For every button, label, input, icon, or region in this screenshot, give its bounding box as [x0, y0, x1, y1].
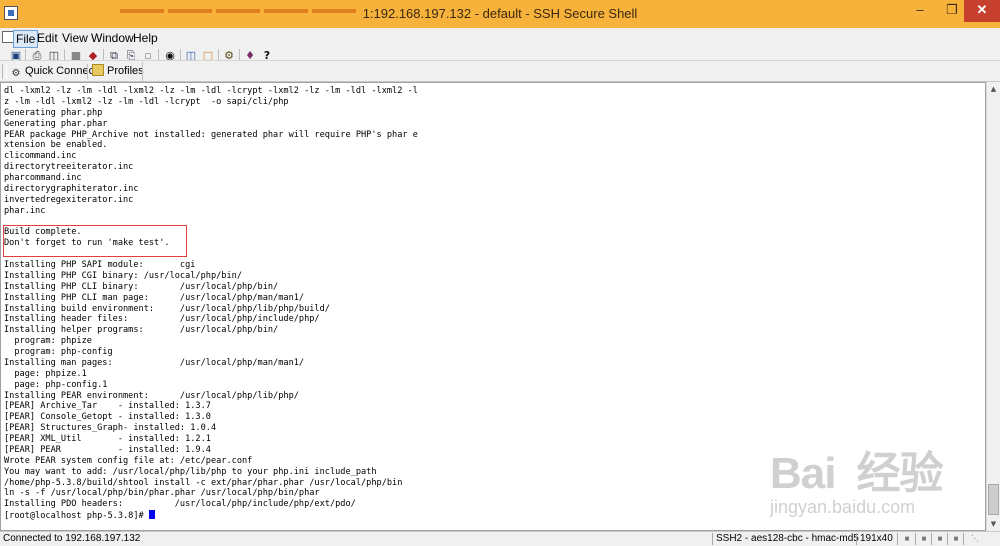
terminal-cursor: [148, 510, 155, 520]
terminal-line: Installing PHP SAPI module: cgi: [4, 260, 196, 270]
terminal-line: directorygraphiterator.inc: [4, 183, 139, 194]
status-bar: Connected to 192.168.197.132 SSH2 - aes1…: [0, 531, 1000, 546]
menu-bar: File Edit View Window Help: [0, 28, 1000, 48]
terminal-line: program: php-config: [4, 347, 113, 357]
title-bar: 1:192.168.197.132 - default - SSH Secure…: [0, 0, 1000, 28]
cipher-info: SSH2 - aes128-cbc - hmac-md5: [716, 533, 859, 544]
terminal-line: Installing helper programs: /usr/local/p…: [4, 325, 279, 336]
scroll-thumb[interactable]: [988, 484, 999, 515]
connection-status: Connected to 192.168.197.132: [3, 533, 141, 544]
terminal-prompt: [root@localhost php-5.3.8]#: [4, 511, 149, 522]
terminal-line: Installing PHP CGI binary: /usr/local/ph…: [4, 270, 242, 281]
quick-connect-icon: ⚙: [11, 68, 21, 79]
profiles-button[interactable]: Profiles: [92, 63, 144, 79]
profiles-label: Profiles: [107, 65, 144, 77]
terminal-output: dl -lxml2 -lz -lm -ldl -lxml2 -lz -lm -l…: [4, 86, 418, 522]
terminal-line: Installing PHP CLI binary: /usr/local/ph…: [4, 281, 279, 292]
terminal-line: Generating phar.phar: [4, 118, 108, 129]
terminal-line: Installing build environment: /usr/local…: [4, 303, 330, 314]
caps-lock-icon: ■: [937, 534, 943, 543]
toolbar-grip[interactable]: [2, 64, 7, 79]
terminal-line: [PEAR] XML_Util - installed: 1.2.1: [4, 434, 211, 444]
scroll-lock-icon: ■: [953, 534, 959, 543]
maximize-button[interactable]: ❐: [937, 0, 967, 22]
terminal-line: Installing header files: /usr/local/php/…: [4, 314, 320, 325]
terminal-line: Build complete.: [4, 227, 82, 238]
num-lock-icon: ■: [921, 534, 927, 543]
terminal-line: You may want to add: /usr/local/php/lib/…: [4, 466, 377, 477]
terminal-line: phar.inc: [4, 205, 46, 216]
menu-edit[interactable]: Edit: [35, 30, 60, 46]
terminal-line: Installing PDO headers: /usr/local/php/i…: [4, 499, 356, 510]
scroll-up-arrow-icon[interactable]: ▲: [987, 82, 1000, 96]
terminal-line: program: phpize: [4, 336, 92, 347]
terminal-line: dl -lxml2 -lz -lm -ldl -lxml2 -lz -lm -l…: [4, 86, 418, 96]
terminal-line: [PEAR] Archive_Tar - installed: 1.3.7: [4, 401, 211, 412]
terminal-line: Installing PHP CLI man page: /usr/local/…: [4, 292, 305, 303]
terminal-line: Generating phar.php: [4, 107, 103, 118]
menu-help[interactable]: Help: [131, 30, 160, 46]
terminal-line: Don't forget to run 'make test'.: [4, 238, 170, 249]
window-title: 1:192.168.197.132 - default - SSH Secure…: [362, 6, 638, 21]
terminal-line: page: php-config.1: [4, 379, 108, 390]
terminal-screen[interactable]: dl -lxml2 -lz -lm -ldl -lxml2 -lz -lm -l…: [0, 82, 986, 531]
terminal-line: /home/php-5.3.8/build/shtool install -c …: [4, 477, 403, 488]
close-button[interactable]: ✕: [964, 0, 1000, 22]
quick-connect-button[interactable]: ⚙ Quick Connect: [10, 63, 98, 79]
terminal-line: ln -s -f /usr/local/php/bin/phar.phar /u…: [4, 488, 320, 499]
terminal-line: directorytreeiterator.inc: [4, 162, 134, 173]
terminal-line: z -lm -ldl -lxml2 -lz -lm -ldl -lcrypt -…: [4, 96, 289, 107]
terminal-size: 191x40: [860, 533, 893, 544]
terminal-line: [PEAR] Structures_Graph- installed: 1.0.…: [4, 423, 217, 434]
terminal-line: invertedregexiterator.inc: [4, 194, 134, 205]
terminal-line: [PEAR] PEAR - installed: 1.9.4: [4, 444, 211, 455]
terminal-line: pharcommand.inc: [4, 173, 82, 183]
terminal-line: [PEAR] Console_Getopt - installed: 1.3.0: [4, 412, 211, 423]
quick-connect-bar: ⚙ Quick Connect Profiles: [0, 60, 1000, 82]
menu-view[interactable]: View: [60, 30, 90, 46]
resize-grip-icon[interactable]: ⋱: [970, 534, 980, 544]
terminal-line: page: phpize.1: [4, 368, 87, 379]
status-indicator-icon: ■: [904, 534, 910, 543]
vertical-scrollbar[interactable]: ▲ ▼: [986, 82, 1000, 531]
terminal-line: Installing man pages: /usr/local/php/man…: [4, 357, 305, 368]
terminal-line: Installing PEAR environment: /usr/local/…: [4, 390, 299, 401]
scroll-down-arrow-icon[interactable]: ▼: [987, 517, 1000, 531]
minimize-button[interactable]: –: [905, 0, 935, 22]
menu-window[interactable]: Window: [89, 30, 136, 46]
terminal-line: PEAR package PHP_Archive not installed: …: [4, 129, 418, 140]
terminal-line: clicommand.inc: [4, 151, 77, 162]
terminal-line: xtension be enabled.: [4, 140, 108, 151]
folder-icon: [92, 64, 104, 76]
terminal-line: Wrote PEAR system config file at: /etc/p…: [4, 455, 253, 466]
